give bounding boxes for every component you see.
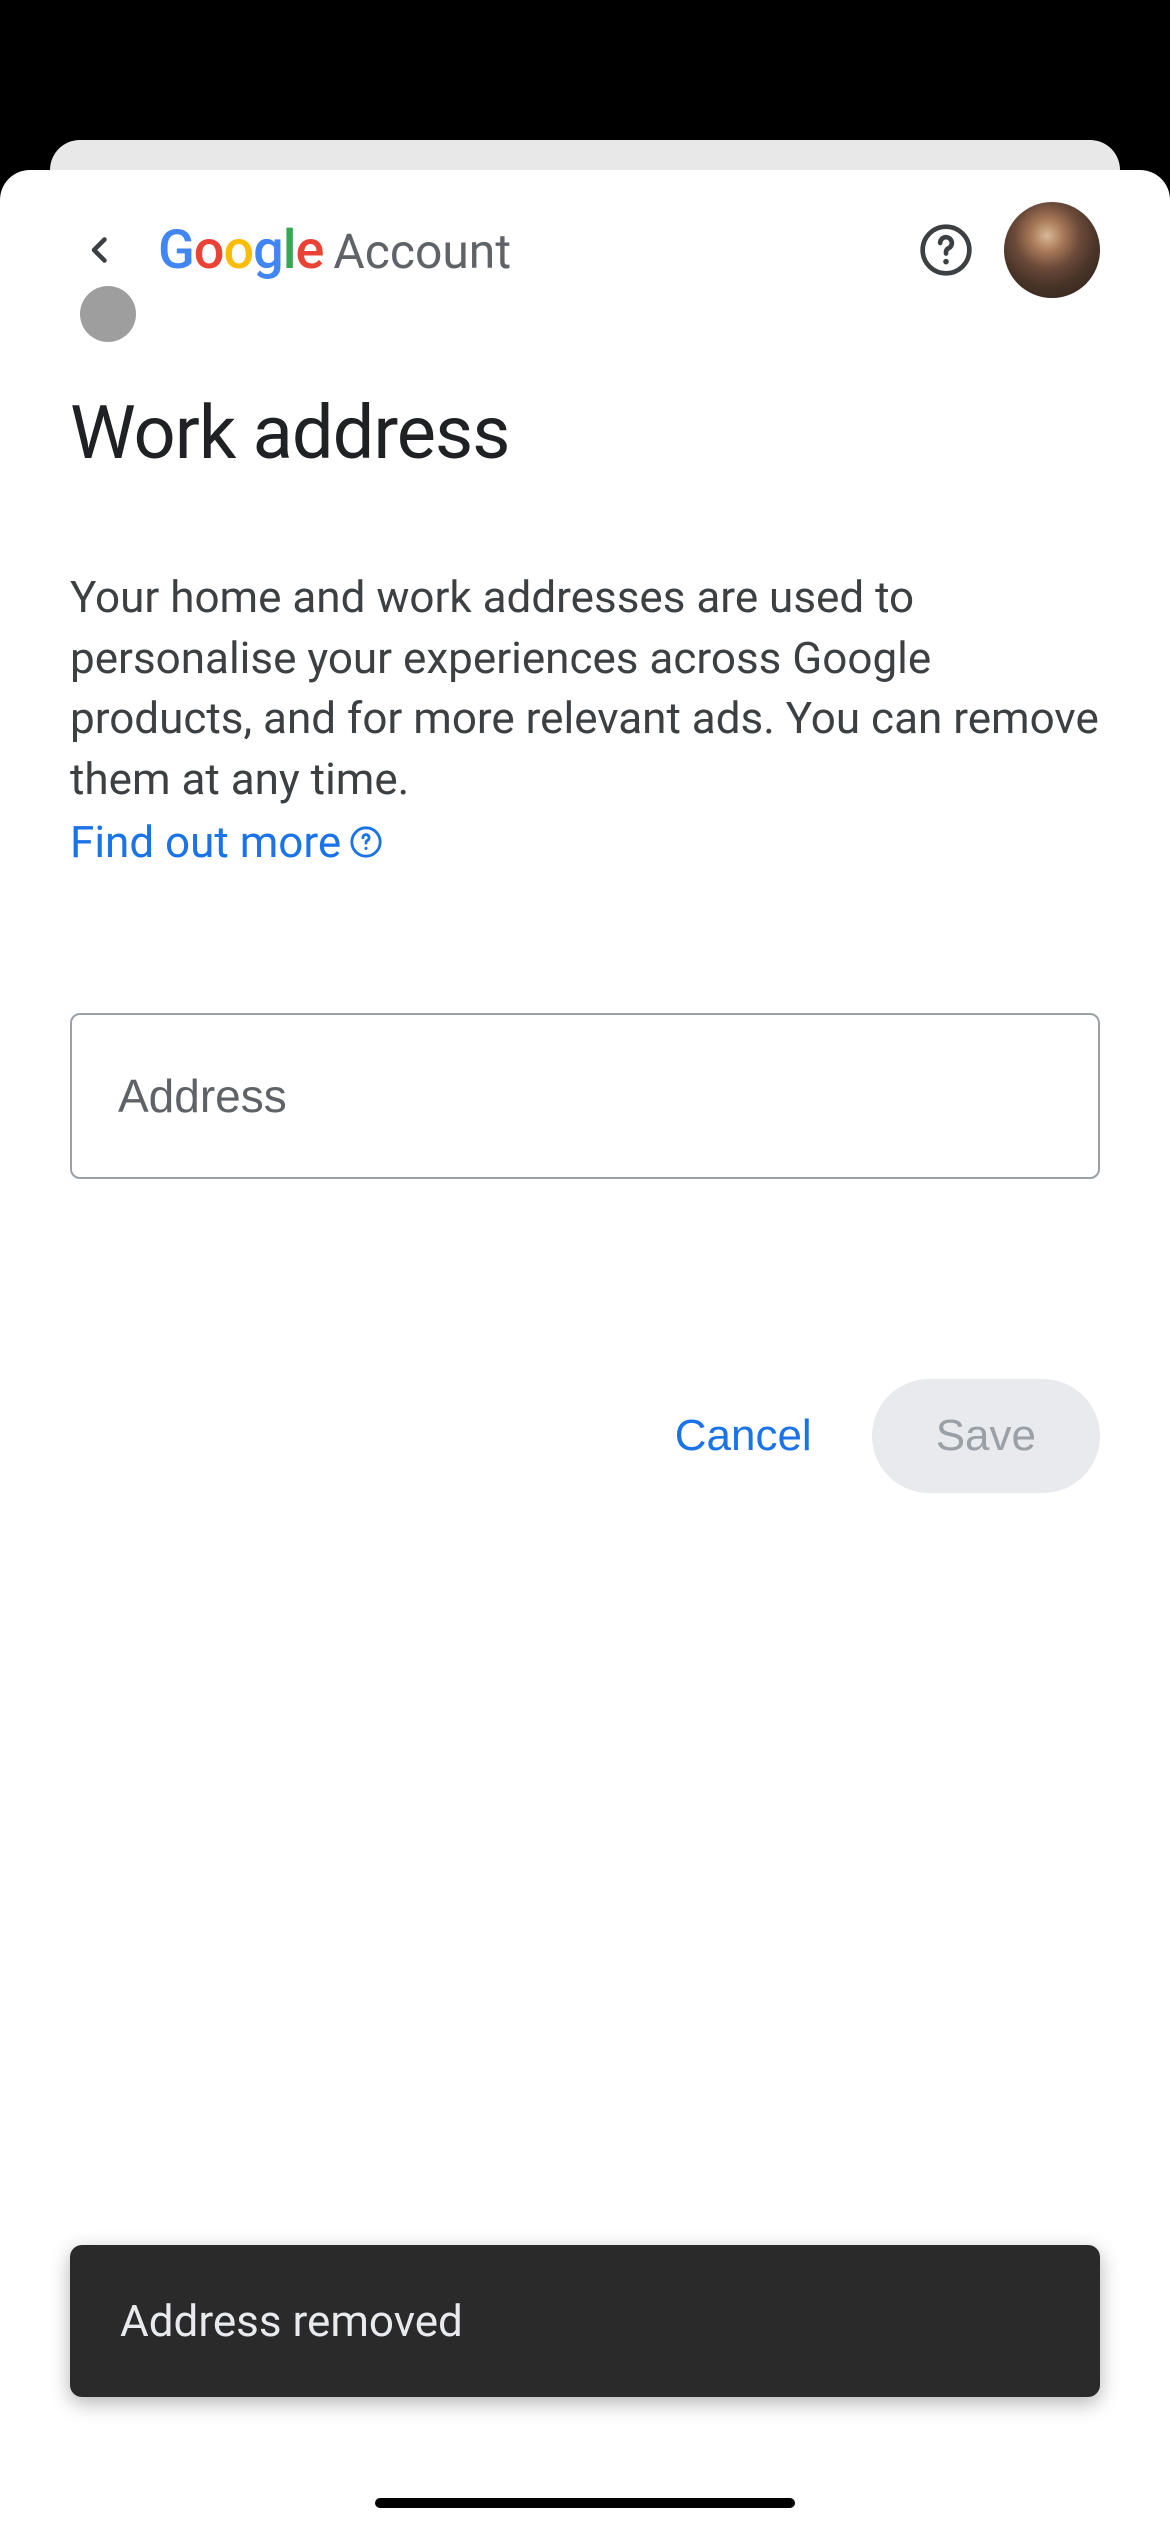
google-account-logo: Google Account	[158, 219, 888, 282]
touch-indicator	[80, 286, 136, 342]
header: Google Account	[70, 200, 1100, 300]
help-icon	[918, 222, 974, 278]
back-button[interactable]	[70, 220, 130, 280]
cancel-button[interactable]: Cancel	[665, 1391, 822, 1481]
page-description: Your home and work addresses are used to…	[70, 567, 1100, 873]
help-small-icon	[349, 825, 383, 859]
button-row: Cancel Save	[70, 1379, 1100, 1493]
save-button[interactable]: Save	[872, 1379, 1100, 1493]
learn-more-link[interactable]: Find out more	[70, 812, 383, 873]
chevron-left-icon	[82, 232, 118, 268]
toast-message: Address removed	[120, 2295, 463, 2347]
address-input[interactable]	[70, 1013, 1100, 1179]
address-field-wrap	[70, 1013, 1100, 1179]
learn-more-label: Find out more	[70, 812, 341, 873]
main-sheet: Google Account Work address Your home an…	[0, 170, 1170, 2532]
home-indicator[interactable]	[375, 2498, 795, 2508]
toast-snackbar: Address removed	[70, 2245, 1100, 2397]
help-button[interactable]	[916, 220, 976, 280]
account-label: Account	[333, 223, 511, 280]
page-title: Work address	[70, 390, 1100, 477]
description-text: Your home and work addresses are used to…	[70, 571, 1099, 805]
google-wordmark: Google	[158, 219, 323, 282]
profile-avatar[interactable]	[1004, 202, 1100, 298]
